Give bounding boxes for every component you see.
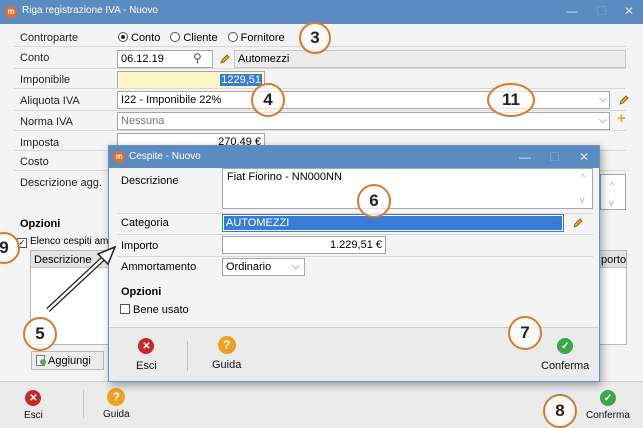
descrizione-agg-label: Descrizione agg. <box>20 177 102 189</box>
scroll-up-icon[interactable]: ^ <box>581 172 585 182</box>
badge-11: 11 <box>487 83 535 117</box>
close-circle-icon: ✕ <box>25 390 42 406</box>
minimize-icon[interactable]: — <box>519 150 531 164</box>
annotation-arrow <box>46 245 117 312</box>
imponibile-input[interactable]: 1229,51 <box>117 71 265 89</box>
badge-6: 6 <box>357 184 391 218</box>
badge-5: 5 <box>23 317 57 351</box>
main-titlebar: m Riga registrazione IVA - Nuovo — ☐ ✕ <box>0 0 643 24</box>
column-importo[interactable]: porto <box>601 254 626 266</box>
divider <box>14 130 626 131</box>
chevron-down-icon[interactable]: ⌵ <box>292 261 300 272</box>
divider <box>117 234 593 235</box>
add-document-icon <box>36 355 46 366</box>
close-icon[interactable]: ✕ <box>579 150 589 164</box>
dlg-categoria-select[interactable]: AUTOMEZZI <box>222 214 564 232</box>
divider <box>14 110 626 111</box>
app-icon: m <box>113 151 125 163</box>
dialog-titlebar: m Cespite - Nuovo — ☐ ✕ <box>109 146 599 168</box>
edit-icon[interactable] <box>617 93 631 107</box>
divider <box>187 341 188 371</box>
norma-select[interactable]: Nessuna <box>117 112 610 130</box>
app-icon: m <box>5 6 17 18</box>
scroll-down-icon[interactable]: v <box>609 198 614 208</box>
bene-usato-checkbox[interactable]: Bene usato <box>120 304 189 316</box>
divider <box>117 256 593 257</box>
divider <box>83 390 84 418</box>
check-circle-icon: ✓ <box>557 338 574 354</box>
conto-description: Automezzi <box>234 50 626 68</box>
dlg-guida-button[interactable]: ? Guida <box>212 336 241 371</box>
dlg-descrizione-textarea[interactable]: Fiat Fiorino - NN000NN <box>222 168 593 209</box>
controparte-label: Controparte <box>20 32 79 44</box>
scroll-up-icon[interactable]: ^ <box>610 180 614 190</box>
dlg-conferma-button[interactable]: ✓ Conferma <box>541 338 589 372</box>
conferma-button[interactable]: ✓ Conferma <box>586 390 630 421</box>
dlg-esci-button[interactable]: ✕ Esci <box>136 338 157 372</box>
controparte-radio-group: Conto Cliente Fornitore <box>118 32 285 44</box>
radio-cliente[interactable]: Cliente <box>170 32 218 44</box>
radio-conto[interactable]: Conto <box>118 32 160 44</box>
esci-button[interactable]: ✕ Esci <box>24 390 43 421</box>
badge-8: 8 <box>543 394 577 428</box>
close-icon[interactable]: ✕ <box>624 4 634 18</box>
dlg-importo-input[interactable]: 1.229,51 € <box>222 236 386 254</box>
divider <box>14 88 626 89</box>
window-title: Riga registrazione IVA - Nuovo <box>22 5 158 16</box>
help-icon: ? <box>107 388 126 406</box>
minimize-icon[interactable]: — <box>566 4 578 18</box>
chevron-down-icon[interactable]: ⌵ <box>599 94 607 105</box>
edit-icon[interactable] <box>218 52 232 66</box>
add-icon[interactable]: + <box>617 110 626 127</box>
imposta-label: Imposta <box>20 137 60 149</box>
help-icon: ? <box>217 336 236 354</box>
divider <box>14 68 626 69</box>
maximize-icon[interactable]: ☐ <box>596 4 607 18</box>
aggiungi-button[interactable]: Aggiungi <box>31 351 104 370</box>
imponibile-label: Imponibile <box>20 74 71 86</box>
guida-button[interactable]: ? Guida <box>103 388 130 420</box>
conto-label: Conto <box>20 52 50 64</box>
radio-fornitore[interactable]: Fornitore <box>227 32 285 44</box>
search-icon[interactable]: ⚲ <box>193 51 202 65</box>
dlg-ammortamento-label: Ammortamento <box>121 261 197 273</box>
norma-label: Norma IVA <box>20 116 73 128</box>
costo-label: Costo <box>20 156 49 168</box>
scroll-down-icon[interactable]: v <box>580 195 585 205</box>
dlg-categoria-label: Categoria <box>121 217 169 229</box>
dialog-title: Cespite - Nuovo <box>129 151 201 162</box>
check-circle-icon: ✓ <box>599 390 616 406</box>
aliquota-label: Aliquota IVA <box>20 95 80 107</box>
dlg-descrizione-label: Descrizione <box>121 175 179 187</box>
badge-4: 4 <box>251 83 285 117</box>
maximize-icon[interactable]: ☐ <box>549 150 560 164</box>
badge-7: 7 <box>508 316 542 350</box>
edit-icon[interactable] <box>571 216 585 230</box>
chevron-down-icon[interactable]: ⌵ <box>599 115 607 126</box>
opzioni-heading: Opzioni <box>20 218 61 230</box>
chevron-down-icon[interactable]: ⌵ <box>553 217 561 228</box>
close-circle-icon: ✕ <box>138 338 155 354</box>
badge-3: 3 <box>299 22 331 54</box>
aliquota-select[interactable]: I22 - Imponibile 22% <box>117 91 610 109</box>
